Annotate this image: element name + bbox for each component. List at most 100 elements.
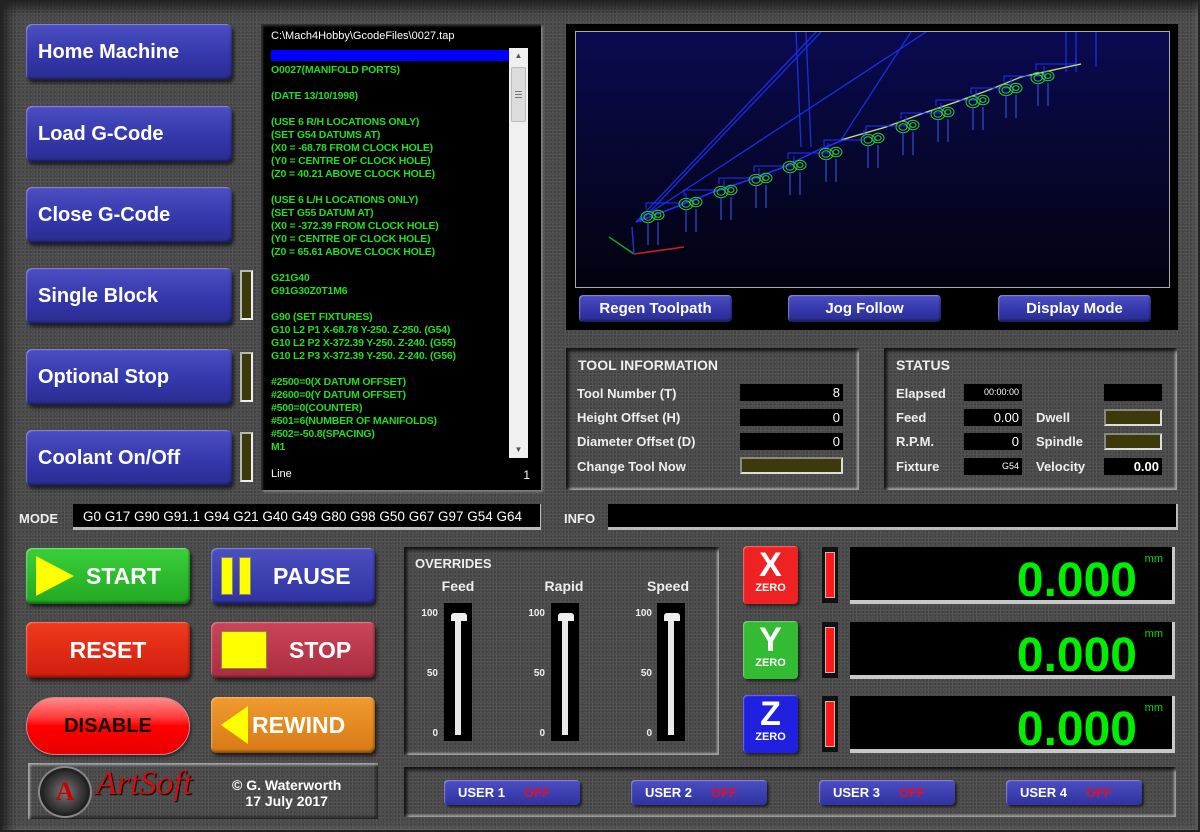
gcode-line[interactable]: #502=-50.8(SPACING)	[271, 428, 509, 441]
gcode-line[interactable]: (USE 6 L/H LOCATIONS ONLY)	[271, 194, 509, 207]
z-position-value: 0.000	[1016, 703, 1137, 756]
hole-marker	[895, 103, 942, 155]
slider-handle[interactable]	[664, 613, 680, 621]
gcode-line[interactable]: (Z0 = 40.21 ABOVE CLOCK HOLE)	[271, 168, 509, 181]
gcode-line[interactable]: G90 (SET FIXTURES)	[271, 311, 509, 324]
tick-50: 50	[533, 668, 545, 679]
user-3-button[interactable]: USER 3 OFF	[819, 780, 955, 805]
gcode-line[interactable]	[271, 103, 509, 116]
tick-0: 0	[432, 728, 438, 739]
zero-z-button[interactable]: Z ZERO	[743, 695, 798, 753]
gcode-line[interactable]: (X0 = -68.78 FROM CLOCK HOLE)	[271, 142, 509, 155]
user-1-button[interactable]: USER 1 OFF	[444, 780, 580, 805]
regen-toolpath-button[interactable]: Regen Toolpath	[579, 295, 732, 322]
coolant-button[interactable]: Coolant On/Off	[26, 430, 232, 486]
tool-number-label: Tool Number (T)	[577, 386, 677, 401]
toolpath-view[interactable]	[575, 31, 1170, 288]
gcode-line[interactable]	[271, 298, 509, 311]
gcode-line[interactable]: G91G30Z0T1M6	[271, 285, 509, 298]
x-axis-dro[interactable]: 0.000 mm	[850, 547, 1175, 607]
gcode-line[interactable]: (Y0 = CENTRE OF CLOCK HOLE)	[271, 155, 509, 168]
scroll-thumb[interactable]	[511, 67, 526, 122]
user-2-button[interactable]: USER 2 OFF	[631, 780, 767, 805]
pause-icon	[221, 557, 251, 595]
gcode-line[interactable]: G10 L2 P2 X-372.39 Y-250. Z-240. (G55)	[271, 337, 509, 350]
jog-follow-button[interactable]: Jog Follow	[788, 295, 941, 322]
jog-follow-label: Jog Follow	[825, 300, 904, 317]
y-axis-led	[822, 622, 838, 678]
rpm-label: R.P.M.	[896, 434, 935, 449]
hole-marker	[1030, 54, 1077, 106]
gcode-line[interactable]: #2500=0(X DATUM OFFSET)	[271, 376, 509, 389]
reset-button[interactable]: RESET	[26, 622, 190, 678]
gcode-list[interactable]: O0027(MANIFOLD PORTS) (DATE 13/10/1998) (U…	[271, 50, 509, 482]
gcode-line[interactable]: #500=0(COUNTER)	[271, 402, 509, 415]
slider-handle[interactable]	[558, 613, 574, 621]
y-position-value: 0.000	[1016, 629, 1137, 682]
gcode-line[interactable]	[271, 181, 509, 194]
velocity-field: 0.00	[1104, 458, 1162, 475]
scroll-up-icon[interactable]: ▲	[509, 48, 528, 64]
gcode-scrollbar[interactable]: ▲ ▼	[509, 48, 528, 458]
gcode-line[interactable]	[271, 363, 509, 376]
diameter-offset-field[interactable]: 0	[740, 433, 843, 450]
hole-markers	[640, 54, 1077, 245]
gcode-line[interactable]: G21G40	[271, 272, 509, 285]
tick-0: 0	[646, 728, 652, 739]
tick-50: 50	[640, 668, 652, 679]
rpm-field: 0	[964, 433, 1022, 450]
gcode-line[interactable]	[271, 77, 509, 90]
user-state: OFF	[1086, 785, 1112, 800]
rewind-button[interactable]: REWIND	[211, 697, 375, 753]
disable-label: DISABLE	[64, 714, 152, 737]
gcode-line[interactable]: #2600=0(Y DATUM OFFSET)	[271, 389, 509, 402]
zero-y-button[interactable]: Y ZERO	[743, 621, 798, 679]
speed-override-slider[interactable]	[657, 603, 685, 741]
zero-x-button[interactable]: X ZERO	[743, 546, 798, 604]
tool-number-field[interactable]: 8	[740, 384, 843, 401]
z-axis-dro[interactable]: 0.000 mm	[850, 696, 1175, 756]
status-title: STATUS	[896, 357, 950, 373]
feed-override-slider[interactable]	[444, 603, 472, 741]
slider-handle[interactable]	[451, 613, 467, 621]
gcode-line[interactable]: (SET G54 DATUMS AT)	[271, 129, 509, 142]
home-machine-button[interactable]: Home Machine	[26, 24, 232, 80]
optional-stop-label: Optional Stop	[38, 365, 170, 388]
user-label: USER 4	[1020, 785, 1067, 800]
user-4-button[interactable]: USER 4 OFF	[1006, 780, 1142, 805]
hole-marker	[818, 130, 865, 182]
x-position-value: 0.000	[1016, 554, 1137, 607]
height-offset-field[interactable]: 0	[740, 409, 843, 426]
y-axis-dro[interactable]: 0.000 mm	[850, 622, 1175, 682]
gcode-line[interactable]: (X0 = -372.39 FROM CLOCK HOLE)	[271, 220, 509, 233]
close-gcode-button[interactable]: Close G-Code	[26, 187, 232, 243]
gcode-line[interactable]: (SET G55 DATUM AT)	[271, 207, 509, 220]
gcode-line[interactable]: (Y0 = CENTRE OF CLOCK HOLE)	[271, 233, 509, 246]
elapsed-field: 00:00:00	[964, 384, 1022, 401]
pause-label: PAUSE	[273, 562, 351, 589]
start-button[interactable]: START	[26, 548, 190, 604]
gcode-line[interactable]	[271, 259, 509, 272]
load-gcode-button[interactable]: Load G-Code	[26, 106, 232, 162]
gcode-line[interactable]: #501=6(NUMBER OF MANIFOLDS)	[271, 415, 509, 428]
optional-stop-button[interactable]: Optional Stop	[26, 349, 232, 405]
gcode-line[interactable]: G10 L2 P3 X-372.39 Y-250. Z-240. (G56)	[271, 350, 509, 363]
gcode-line[interactable]: (USE 6 R/H LOCATIONS ONLY)	[271, 116, 509, 129]
play-icon	[36, 556, 74, 596]
feed-field: 0.00	[964, 409, 1022, 426]
single-block-button[interactable]: Single Block	[26, 268, 232, 324]
gcode-line[interactable]: (DATE 13/10/1998)	[271, 90, 509, 103]
load-gcode-label: Load G-Code	[38, 122, 164, 145]
rapid-override-slider[interactable]	[551, 603, 579, 741]
gcode-line[interactable]: M1	[271, 441, 509, 454]
stop-button[interactable]: STOP	[211, 622, 375, 678]
gcode-line[interactable]: O0027(MANIFOLD PORTS)	[271, 64, 509, 77]
scroll-down-icon[interactable]: ▼	[509, 442, 528, 458]
disable-button[interactable]: DISABLE	[26, 697, 190, 755]
display-mode-button[interactable]: Display Mode	[998, 295, 1151, 322]
slider-rail	[668, 617, 674, 735]
gcode-line[interactable]: G10 L2 P1 X-68.78 Y-250. Z-250. (G54)	[271, 324, 509, 337]
gcode-line[interactable]: (Z0 = 65.61 ABOVE CLOCK HOLE)	[271, 246, 509, 259]
pause-button[interactable]: PAUSE	[211, 548, 375, 604]
spindle-label: Spindle	[1036, 434, 1083, 449]
